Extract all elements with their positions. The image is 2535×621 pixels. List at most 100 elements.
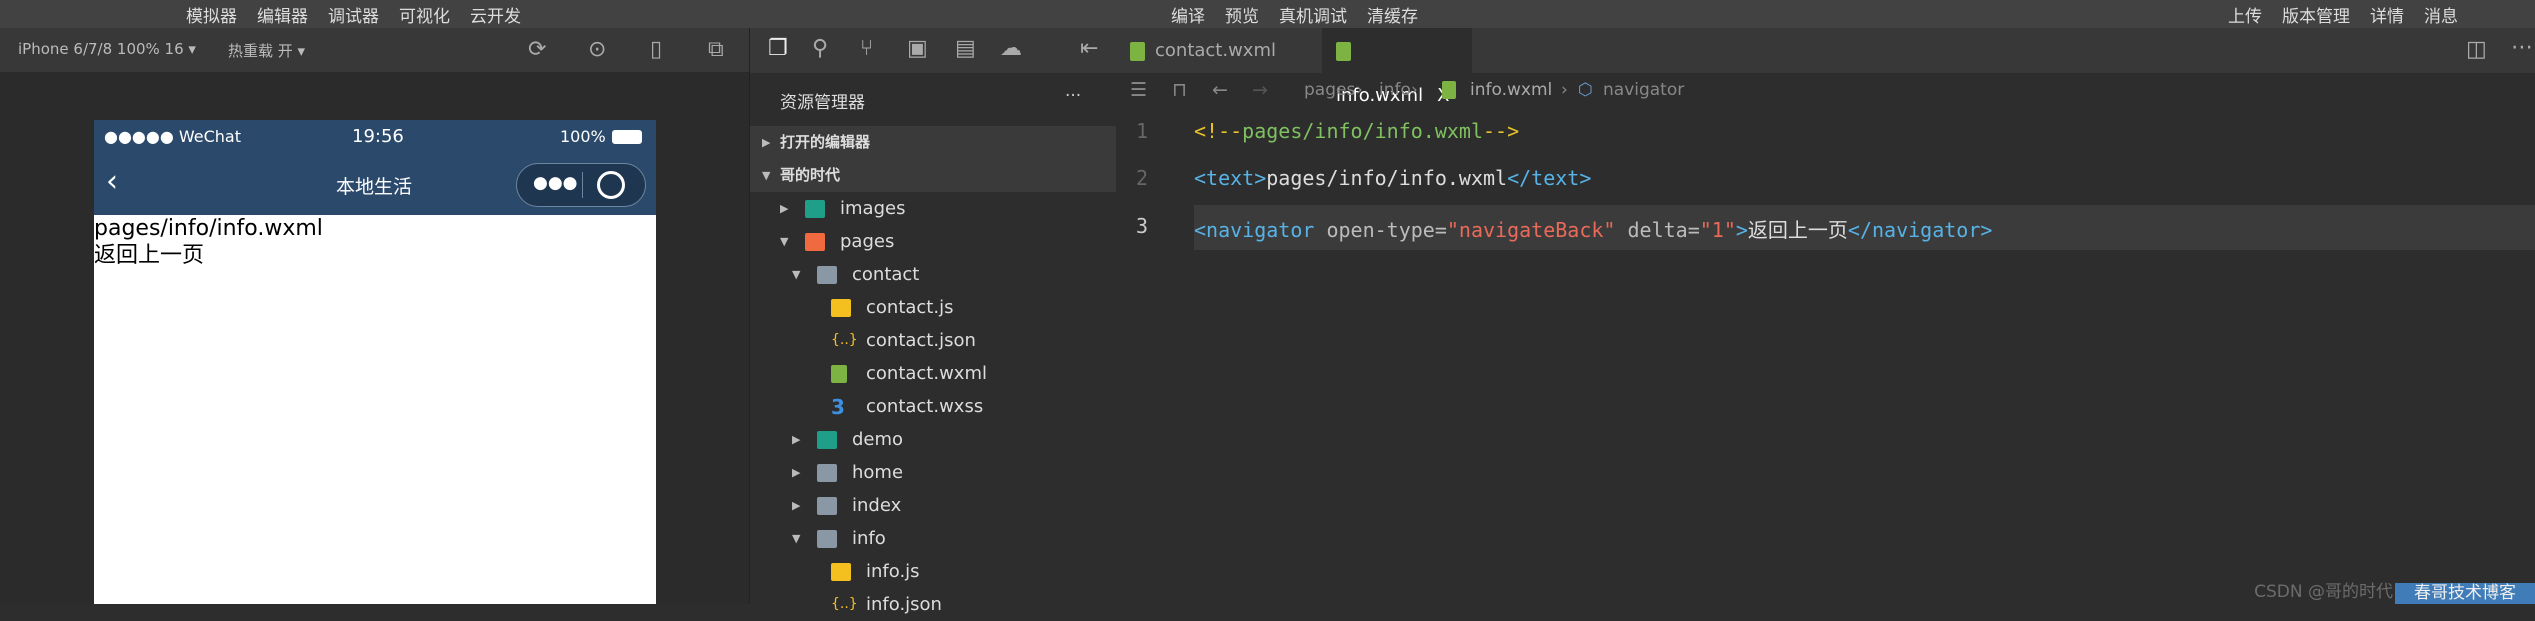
code-line[interactable]: <!--pages/info/info.wxml--> — [1194, 119, 1519, 143]
tree-item-label: home — [852, 462, 904, 483]
split-editor-icon[interactable]: ◫ — [2466, 39, 2487, 61]
phone-screen: ●●●●● WeChat 19:56 100% ‹ 本地生活 ●●● pages… — [94, 120, 656, 604]
chevron-down-icon[interactable]: ▼ — [792, 258, 800, 291]
navigator-back-link[interactable]: 返回上一页 — [94, 242, 323, 269]
code-line[interactable]: <navigator open-type="navigateBack" delt… — [1194, 214, 1992, 243]
layout-icon[interactable]: ▤ — [955, 38, 976, 60]
code-token: pages/info/info.wxml — [1266, 166, 1508, 190]
forward-arrow-icon[interactable]: → — [1252, 73, 1268, 108]
wxml-icon — [831, 365, 847, 383]
tree-item[interactable]: contact.js — [750, 291, 1117, 324]
code-token: <!-- — [1194, 119, 1243, 143]
section-project[interactable]: ▼ 哥的时代 — [750, 159, 1117, 192]
chevron-right-icon[interactable]: ▶ — [780, 192, 788, 225]
files-icon[interactable]: ❐ — [768, 38, 788, 60]
menu-left-3[interactable]: 可视化 — [399, 2, 450, 27]
docker-icon[interactable]: ☁ — [1000, 38, 1022, 60]
code-token: <text> — [1194, 166, 1267, 190]
text-content: pages/info/info.wxml — [94, 216, 323, 241]
tree-item[interactable]: info.js — [750, 555, 1117, 588]
more-actions-icon[interactable]: ⋯ — [2511, 37, 2533, 59]
watermark: 春哥技术博客 — [2395, 583, 2535, 604]
menu-center-0[interactable]: 编译 — [1171, 2, 1205, 27]
tree-item[interactable]: {..} info.json — [750, 588, 1117, 621]
tab-info-wxml[interactable]: info.wxmlX — [1322, 28, 1472, 106]
back-icon[interactable]: ‹ — [106, 164, 118, 199]
collapse-panel-icon[interactable]: ⇤ — [1080, 38, 1098, 60]
tree-item[interactable]: ▼ contact — [750, 258, 1117, 291]
tree-item-label: contact.wxml — [866, 363, 987, 384]
menu-left-1[interactable]: 编辑器 — [257, 2, 308, 27]
tree-item-label: demo — [852, 429, 904, 450]
hot-reload-toggle[interactable]: 热重载 开 ▾ — [228, 40, 305, 61]
status-bar: ●●●●● WeChat 19:56 100% — [94, 120, 656, 154]
wxss-icon: 3 — [831, 395, 845, 419]
device-select[interactable]: iPhone 6/7/8 100% 16 ▾ — [18, 40, 196, 58]
menu-center-2[interactable]: 真机调试 — [1279, 2, 1347, 27]
page-content: pages/info/info.wxml 返回上一页 — [94, 215, 323, 269]
search-icon[interactable]: ⚲ — [812, 38, 828, 60]
tab-contact-wxml[interactable]: contact.wxml — [1130, 28, 1325, 73]
bookmark-icon[interactable]: ⊓ — [1172, 73, 1187, 108]
time: 19:56 — [352, 126, 404, 147]
editor-tabs: contact.wxml info.wxmlX ◫ ⋯ — [1116, 28, 2535, 106]
menu-left-0[interactable]: 模拟器 — [186, 2, 237, 27]
chevron-down-icon[interactable]: ▼ — [780, 225, 788, 258]
crumb-pages[interactable]: pages — [1304, 73, 1355, 108]
signal: ●●●●● WeChat — [104, 127, 242, 146]
line-number: 1 — [1136, 119, 1149, 143]
tree-item[interactable]: ▶ index — [750, 489, 1117, 522]
menu-right-2[interactable]: 详情 — [2370, 2, 2404, 27]
code-line[interactable]: <text>pages/info/info.wxml</text> — [1194, 166, 1591, 190]
stop-icon[interactable]: ⊙ — [588, 39, 606, 61]
explorer-more-button[interactable]: ··· — [1065, 86, 1081, 106]
tree-item[interactable]: ▶ demo — [750, 423, 1117, 456]
tree-item[interactable]: ▶ images — [750, 192, 1117, 225]
code-token: --> — [1483, 119, 1520, 143]
tree-item[interactable]: ▼ info — [750, 522, 1117, 555]
more-icon[interactable]: ●●● — [533, 173, 578, 193]
menu-center-3[interactable]: 清缓存 — [1367, 2, 1418, 27]
tree-item-label: contact.json — [866, 330, 976, 351]
tree-item[interactable]: {..} contact.json — [750, 324, 1117, 357]
menu-left-2[interactable]: 调试器 — [328, 2, 379, 27]
tab-label: contact.wxml — [1155, 40, 1276, 61]
wxml-file-icon — [1442, 81, 1456, 99]
tree-item[interactable]: ▼ pages — [750, 225, 1117, 258]
folder-open-icon — [817, 266, 837, 284]
folder-images-icon — [805, 200, 825, 218]
section-open-editors[interactable]: ▶ 打开的编辑器 — [750, 126, 1117, 159]
tree-item[interactable]: 3 contact.wxss — [750, 390, 1117, 423]
back-arrow-icon[interactable]: ← — [1212, 73, 1228, 108]
menu-right-0[interactable]: 上传 — [2228, 2, 2262, 27]
code-token: 返回上一页 — [1747, 218, 1848, 242]
menu-center-1[interactable]: 预览 — [1225, 2, 1259, 27]
crumb-info[interactable]: info — [1379, 73, 1411, 108]
menu-right-3[interactable]: 消息 — [2424, 2, 2458, 27]
chevron-right-icon[interactable]: ▶ — [792, 423, 800, 456]
folder-icon — [817, 497, 837, 515]
menu-right-1[interactable]: 版本管理 — [2282, 2, 2350, 27]
tree-item[interactable]: ▶ home — [750, 456, 1117, 489]
folder-images-icon — [817, 431, 837, 449]
menu-left-4[interactable]: 云开发 — [470, 2, 521, 27]
tree-item[interactable]: contact.wxml — [750, 357, 1117, 390]
outline-icon[interactable]: ☰ — [1130, 73, 1147, 108]
extensions-icon[interactable]: ▣ — [907, 38, 928, 60]
git-icon[interactable]: ⑂ — [860, 38, 873, 60]
breadcrumb: ☰ ⊓ ← → pages › info › info.wxml › ⬡ nav… — [1116, 73, 2535, 108]
explorer-panel: ❐ ⚲ ⑂ ▣ ▤ ☁ ⇤ 资源管理器 ··· ▶ 打开的编辑器 ▼ 哥的时代 ▶ i… — [749, 28, 1117, 615]
close-miniprogram-icon[interactable] — [597, 171, 625, 199]
chevron-right-icon[interactable]: ▶ — [792, 489, 800, 522]
tree-item-label: contact.wxss — [866, 396, 984, 417]
phone-icon[interactable]: ▯ — [650, 39, 662, 61]
code-token: "1" — [1699, 218, 1736, 242]
capsule-menu: ●●● — [516, 163, 646, 207]
window-icon[interactable]: ⧉ — [708, 39, 724, 61]
chevron-down-icon[interactable]: ▼ — [792, 522, 800, 555]
refresh-icon[interactable]: ⟳ — [528, 39, 546, 61]
crumb-symbol[interactable]: navigator — [1603, 73, 1684, 108]
code-token: pages/info/info.wxml — [1242, 119, 1483, 143]
crumb-file[interactable]: info.wxml — [1470, 73, 1552, 108]
chevron-right-icon[interactable]: ▶ — [792, 456, 800, 489]
